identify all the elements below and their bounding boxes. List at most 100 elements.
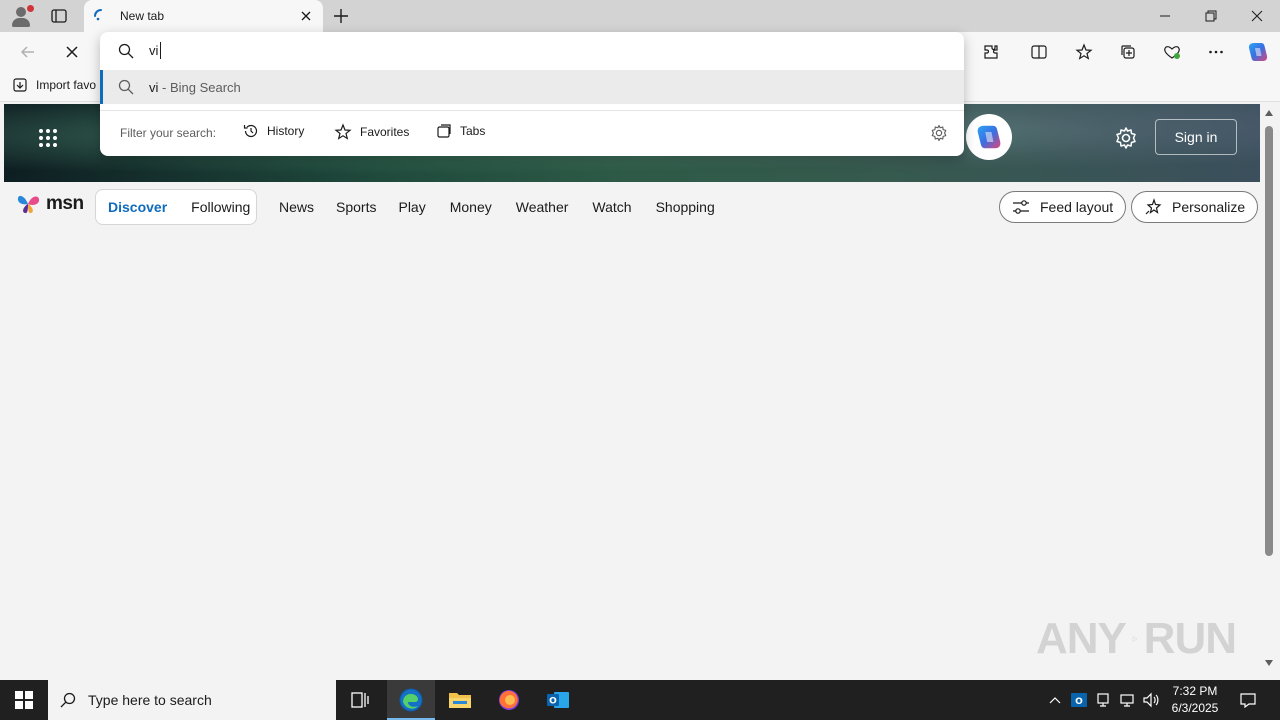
nav-play[interactable]: Play xyxy=(398,199,425,215)
tray-outlook-icon[interactable]: O xyxy=(1068,680,1090,720)
stop-loading-icon[interactable] xyxy=(58,38,86,66)
outlook-icon: O xyxy=(547,692,569,708)
nav-sports[interactable]: Sports xyxy=(336,199,376,215)
personalize-label: Personalize xyxy=(1172,199,1246,215)
copilot-logo-icon xyxy=(977,125,1001,149)
msn-navbar: msn Discover Following News Sports Play … xyxy=(4,182,1260,232)
history-icon xyxy=(243,124,258,138)
taskbar-clock[interactable]: 7:32 PM 6/3/2025 xyxy=(1165,683,1225,717)
svg-text:O: O xyxy=(549,697,557,707)
new-tab-icon[interactable] xyxy=(330,5,352,27)
tab-following[interactable]: Following xyxy=(191,199,250,215)
action-center-icon[interactable] xyxy=(1232,680,1264,720)
browser-essentials-icon[interactable] xyxy=(1158,38,1186,66)
clock-date: 6/3/2025 xyxy=(1171,701,1219,715)
tab-discover[interactable]: Discover xyxy=(108,199,167,215)
copilot-search-button[interactable] xyxy=(966,114,1012,160)
filter-label: Filter your search: xyxy=(120,126,217,140)
suggestion-query: vi xyxy=(149,80,159,95)
address-bar-dropdown: vi vi - Bing Search Filter your search: … xyxy=(100,32,964,156)
nav-watch[interactable]: Watch xyxy=(592,199,631,215)
msn-butterfly-icon xyxy=(17,195,40,214)
filter-tabs-label: Tabs xyxy=(460,124,486,138)
taskbar-edge[interactable] xyxy=(387,680,435,720)
scroll-up-arrow-icon[interactable] xyxy=(1265,110,1273,116)
split-screen-icon[interactable] xyxy=(1025,38,1053,66)
collections-icon[interactable] xyxy=(1114,38,1142,66)
taskbar-file-explorer[interactable] xyxy=(436,680,484,720)
filter-tabs[interactable]: Tabs xyxy=(436,123,485,139)
search-icon xyxy=(118,43,134,59)
profile-avatar-icon[interactable] xyxy=(10,5,34,27)
minimize-icon[interactable] xyxy=(1142,0,1188,32)
nav-news[interactable]: News xyxy=(279,199,314,215)
task-view-button[interactable] xyxy=(336,680,384,720)
import-icon xyxy=(13,78,27,92)
scroll-down-arrow-icon[interactable] xyxy=(1265,660,1273,666)
task-view-icon xyxy=(351,692,369,708)
favorites-star-icon[interactable] xyxy=(1070,38,1098,66)
msn-logo[interactable]: msn xyxy=(16,192,84,216)
anyrun-watermark: ANY RUN xyxy=(1036,606,1237,672)
address-input-value: vi xyxy=(149,43,159,58)
nav-money[interactable]: Money xyxy=(450,199,492,215)
tab-title: New tab xyxy=(120,9,165,23)
nav-shopping[interactable]: Shopping xyxy=(656,199,715,215)
filter-favorites[interactable]: Favorites xyxy=(334,123,409,141)
address-input[interactable]: vi xyxy=(100,32,964,70)
tab-strip: New tab xyxy=(0,0,1280,32)
network-icon[interactable] xyxy=(1116,680,1138,720)
suggestion-search-icon xyxy=(118,79,134,95)
taskbar-search-icon xyxy=(60,692,76,708)
close-window-icon[interactable] xyxy=(1234,0,1280,32)
sign-in-button[interactable]: Sign in xyxy=(1155,119,1237,155)
page-scrollbar[interactable] xyxy=(1262,104,1276,674)
scrollbar-thumb[interactable] xyxy=(1265,126,1273,556)
suggestion-text: vi - Bing Search xyxy=(149,80,241,95)
volume-icon[interactable] xyxy=(1140,680,1162,720)
text-caret xyxy=(160,42,161,59)
filter-history[interactable]: History xyxy=(243,123,304,139)
import-favorites-link[interactable]: Import favo xyxy=(12,77,96,93)
tab-actions-icon[interactable] xyxy=(50,7,68,25)
import-favorites-label: Import favo xyxy=(36,78,97,92)
loading-icon xyxy=(94,9,108,23)
copilot-icon[interactable] xyxy=(1244,38,1272,66)
personalize-button[interactable]: Personalize xyxy=(1131,191,1259,223)
favorites-icon xyxy=(334,123,352,140)
taskbar-search-placeholder: Type here to search xyxy=(88,692,212,708)
windows-logo-icon xyxy=(15,691,33,709)
taskbar-outlook[interactable]: O xyxy=(534,680,582,720)
filter-history-label: History xyxy=(267,124,305,138)
feed-layout-label: Feed layout xyxy=(1040,199,1114,215)
suggestion-engine: - Bing Search xyxy=(158,80,241,95)
feed-layout-button[interactable]: Feed layout xyxy=(999,191,1127,223)
notification-dot xyxy=(27,5,34,12)
restore-icon[interactable] xyxy=(1188,0,1234,32)
tab-new-tab[interactable]: New tab xyxy=(84,0,323,32)
personalize-star-icon xyxy=(1145,198,1162,215)
clock-time: 7:32 PM xyxy=(1172,684,1218,698)
close-tab-icon[interactable] xyxy=(298,8,314,24)
new-tab-page: Sign in msn Discover Following News Spor… xyxy=(4,104,1260,676)
more-options-icon[interactable] xyxy=(1202,38,1230,66)
nav-weather[interactable]: Weather xyxy=(516,199,569,215)
msn-logo-text: msn xyxy=(46,193,84,214)
watermark-text-right: RUN xyxy=(1143,614,1237,663)
apps-grid-icon[interactable] xyxy=(38,128,58,148)
page-settings-gear-icon[interactable] xyxy=(1114,126,1138,150)
taskbar-search-box[interactable]: Type here to search xyxy=(48,680,336,720)
taskbar-firefox[interactable] xyxy=(485,680,533,720)
sliders-icon xyxy=(1013,200,1029,214)
filter-favorites-label: Favorites xyxy=(360,125,410,139)
suggestion-bing-search[interactable]: vi - Bing Search xyxy=(100,70,964,104)
category-nav: News Sports Play Money Weather Watch Sho… xyxy=(279,199,715,215)
svg-text:O: O xyxy=(1075,697,1083,707)
back-icon[interactable] xyxy=(14,38,42,66)
search-settings-gear-icon[interactable] xyxy=(930,124,948,142)
show-hidden-icons-chevron-icon[interactable] xyxy=(1045,680,1065,720)
tray-device-icon[interactable] xyxy=(1092,680,1114,720)
feed-segment-control: Discover Following xyxy=(95,189,257,225)
start-button[interactable] xyxy=(0,680,48,720)
extensions-icon[interactable] xyxy=(977,38,1005,66)
